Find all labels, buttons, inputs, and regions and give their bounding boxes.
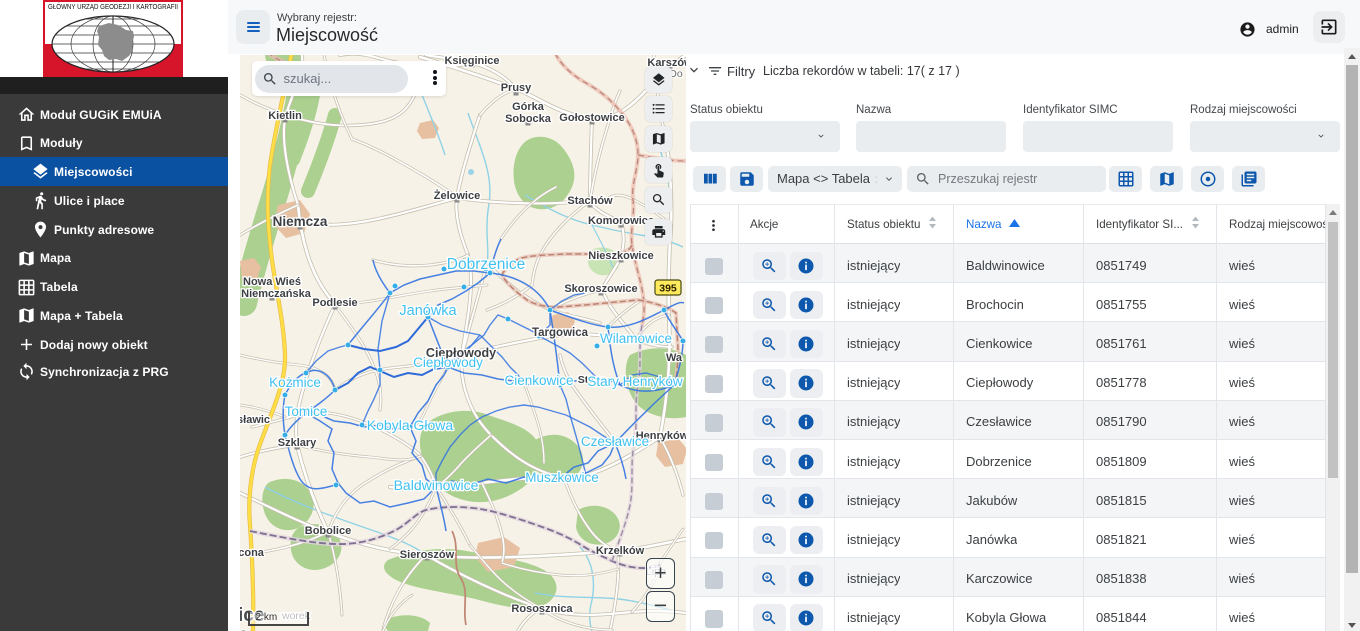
- svg-text:Wa: Wa: [666, 352, 683, 364]
- svg-text:395: 395: [659, 283, 677, 295]
- svg-text:Rososznica: Rososznica: [511, 603, 573, 615]
- svg-text:Górka: Górka: [512, 101, 545, 113]
- svg-text:Sobocka: Sobocka: [505, 113, 552, 125]
- svg-text:Kietlin: Kietlin: [268, 110, 302, 122]
- svg-text:Bobolice: Bobolice: [305, 525, 351, 537]
- svg-text:Kobyla Głowa: Kobyla Głowa: [367, 417, 454, 433]
- svg-text:Cienkowice: Cienkowice: [504, 373, 573, 388]
- svg-text:Targowica: Targowica: [532, 327, 589, 339]
- svg-text:Czesławice: Czesławice: [581, 434, 649, 449]
- svg-text:Janówka: Janówka: [399, 303, 457, 319]
- svg-text:Krzelków: Krzelków: [596, 545, 645, 557]
- svg-text:Szklary: Szklary: [278, 437, 317, 449]
- svg-text:Niemczańska: Niemczańska: [241, 288, 312, 300]
- svg-text:Tomice: Tomice: [285, 404, 328, 419]
- svg-text:Wilamowice: Wilamowice: [600, 331, 672, 346]
- svg-text:GŁÓWNY URZĄD GEODEZJI I KARTOG: GŁÓWNY URZĄD GEODEZJI I KARTOGRAFII: [48, 2, 178, 11]
- svg-text:Kożmice: Kożmice: [269, 375, 321, 390]
- svg-text:isławic: isławic: [240, 414, 270, 426]
- svg-text:Żelowice: Żelowice: [434, 189, 480, 202]
- svg-text:Muszkowice: Muszkowice: [525, 470, 599, 485]
- svg-text:Skoroszowice: Skoroszowice: [564, 283, 637, 295]
- svg-text:Księginice: Księginice: [444, 55, 499, 67]
- svg-text:Gołostowice: Gołostowice: [559, 112, 624, 124]
- svg-text:Nowa Wieś: Nowa Wieś: [243, 276, 301, 288]
- svg-text:ścona: ścona: [240, 547, 265, 559]
- svg-text:Sieroszów: Sieroszów: [400, 549, 455, 561]
- svg-text:Nieszkowice: Nieszkowice: [588, 250, 653, 262]
- svg-text:e: e: [240, 625, 249, 631]
- svg-text:Niemcza: Niemcza: [273, 214, 328, 229]
- svg-text:Baldwinowice: Baldwinowice: [394, 477, 479, 493]
- svg-text:Stary Henryków: Stary Henryków: [587, 374, 683, 389]
- svg-text:Podlesie: Podlesie: [312, 297, 357, 309]
- svg-text:Ciepłowody: Ciepłowody: [413, 355, 483, 370]
- svg-text:Dobrzenice: Dobrzenice: [447, 256, 525, 273]
- svg-text:Prusy: Prusy: [501, 82, 532, 94]
- svg-text:Stachów: Stachów: [567, 195, 613, 207]
